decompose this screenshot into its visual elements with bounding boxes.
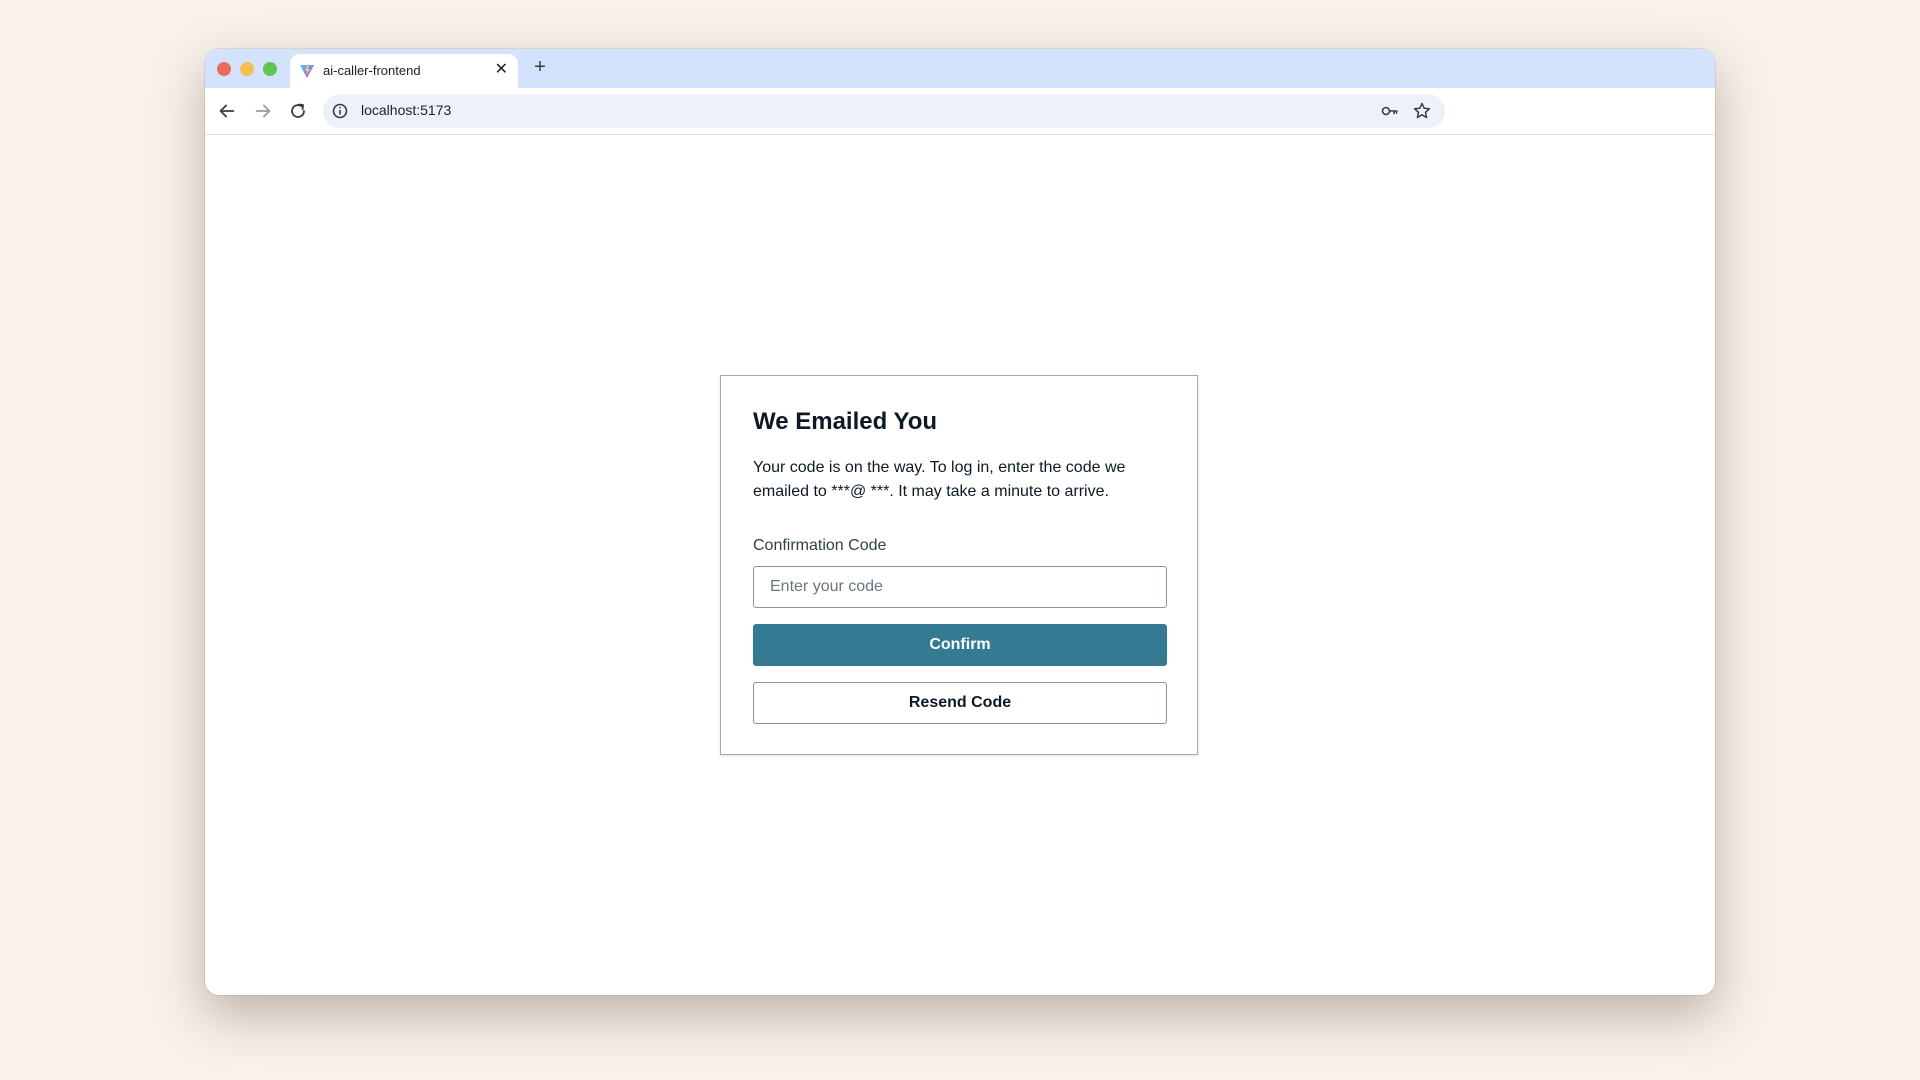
forward-arrow-icon[interactable]: [252, 100, 274, 122]
address-bar[interactable]: localhost:5173: [323, 94, 1445, 128]
card-title: We Emailed You: [753, 408, 938, 435]
browser-tab-active[interactable]: ai-caller-frontend ✕: [290, 54, 518, 88]
vite-logo-icon: [299, 63, 315, 79]
browser-toolbar: localhost:5173: [205, 88, 1715, 135]
tab-title: ai-caller-frontend: [323, 63, 421, 78]
bookmark-star-icon[interactable]: [1412, 101, 1432, 121]
tab-strip: ai-caller-frontend ✕ +: [205, 49, 1715, 88]
window-minimize-button[interactable]: [240, 62, 254, 76]
card-description: Your code is on the way. To log in, ente…: [753, 459, 1126, 500]
new-tab-button[interactable]: +: [528, 56, 552, 80]
site-info-icon[interactable]: [331, 102, 349, 120]
resend-code-button[interactable]: Resend Code: [753, 682, 1167, 724]
window-close-button[interactable]: [217, 62, 231, 76]
reload-icon[interactable]: [287, 100, 309, 122]
key-icon[interactable]: [1380, 101, 1400, 121]
confirmation-code-input[interactable]: [753, 566, 1167, 608]
confirm-signup-card: We Emailed You Your code is on the way. …: [720, 375, 1198, 755]
address-url[interactable]: localhost:5173: [361, 102, 451, 118]
confirm-button[interactable]: Confirm: [753, 624, 1167, 666]
confirmation-code-label: Confirmation Code: [753, 537, 887, 554]
window-maximize-button[interactable]: [263, 62, 277, 76]
browser-window: ai-caller-frontend ✕ + localhost:5173 We…: [205, 49, 1715, 995]
tab-close-icon[interactable]: ✕: [495, 61, 508, 79]
back-arrow-icon[interactable]: [216, 100, 238, 122]
page-content: We Emailed You Your code is on the way. …: [205, 135, 1715, 995]
